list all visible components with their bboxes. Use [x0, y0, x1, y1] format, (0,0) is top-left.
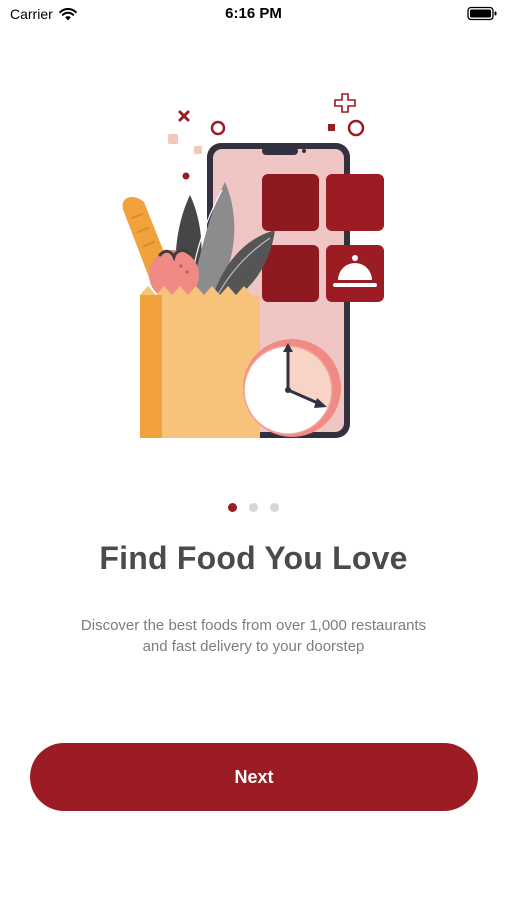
- page-indicator: [0, 503, 507, 512]
- onboarding-screen: Carrier 6:16 PM Find Food You Love Disco…: [0, 0, 507, 900]
- page-dot-3[interactable]: [270, 503, 279, 512]
- onboarding-title: Find Food You Love: [99, 540, 408, 576]
- battery-icon: [467, 6, 497, 21]
- onboarding-description: Discover the best foods from over 1,000 …: [80, 617, 427, 655]
- next-button[interactable]: Next: [30, 743, 478, 811]
- status-time: 6:16 PM: [225, 5, 282, 22]
- food-delivery-illustration: [122, 93, 384, 438]
- page-dot-2[interactable]: [249, 503, 258, 512]
- page-dot-1-active[interactable]: [228, 503, 237, 512]
- clock-icon: [243, 339, 341, 437]
- status-bar: Carrier 6:16 PM: [0, 0, 507, 30]
